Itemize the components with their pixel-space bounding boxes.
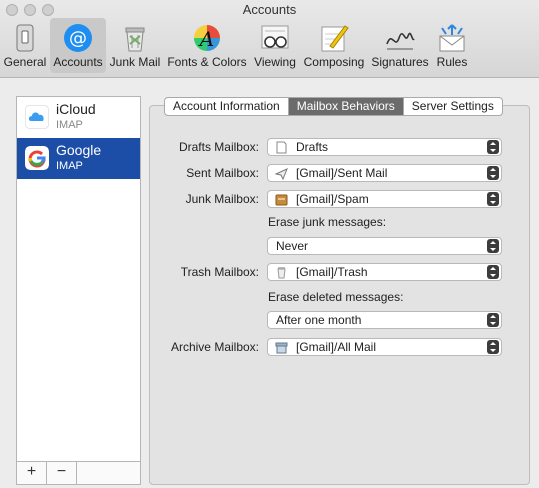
trash-icon: [277, 267, 286, 279]
toolbar-rules[interactable]: Rules: [434, 18, 470, 73]
chevron-updown-icon: [487, 340, 499, 354]
toolbar-rules-label: Rules: [436, 55, 468, 69]
pencil-paper-icon: [321, 25, 349, 52]
toolbar-viewing-label: Viewing: [254, 55, 296, 69]
toolbar-junk-mail[interactable]: Junk Mail: [108, 18, 162, 73]
toolbar-viewing[interactable]: Viewing: [252, 18, 298, 73]
drafts-mailbox-select[interactable]: Drafts: [267, 138, 502, 156]
junk-mailbox-value: [Gmail]/Spam: [296, 192, 369, 206]
sent-mailbox-select[interactable]: [Gmail]/Sent Mail: [267, 164, 502, 182]
chevron-updown-icon: [487, 265, 499, 279]
account-name: iCloud: [56, 101, 96, 117]
svg-text:@: @: [69, 28, 87, 49]
toolbar-fonts-colors-label: Fonts & Colors: [167, 55, 247, 69]
accounts-list: iCloud IMAP Google IMAP + −: [16, 96, 141, 485]
toolbar-junk-mail-label: Junk Mail: [109, 55, 161, 69]
chevron-updown-icon: [487, 239, 499, 253]
trash-can-icon: [125, 27, 145, 52]
signature-icon: [386, 32, 415, 50]
account-name: Google: [56, 142, 102, 158]
archive-box-icon: [275, 342, 288, 354]
toolbar-fonts-colors[interactable]: A Fonts & Colors: [166, 18, 248, 73]
account-type: IMAP: [56, 119, 83, 131]
trash-mailbox-value: [Gmail]/Trash: [296, 265, 368, 279]
paper-plane-icon: [275, 168, 288, 180]
window-title: Accounts: [242, 2, 297, 17]
title-bar: Accounts General @ Accounts Junk Mail A …: [0, 0, 539, 78]
account-list-footer: + −: [17, 461, 140, 484]
general-icon: [16, 24, 34, 52]
erase-junk-value: Never: [276, 239, 309, 253]
trash-mailbox-select[interactable]: [Gmail]/Trash: [267, 263, 502, 281]
remove-account-button[interactable]: −: [47, 462, 77, 484]
toolbar-signatures[interactable]: Signatures: [368, 18, 432, 73]
toolbar-general-label: General: [3, 55, 47, 69]
junk-mailbox-select[interactable]: [Gmail]/Spam: [267, 190, 502, 208]
chevron-updown-icon: [487, 313, 499, 327]
sent-mailbox-value: [Gmail]/Sent Mail: [296, 166, 388, 180]
chevron-updown-icon: [487, 166, 499, 180]
svg-text:A: A: [198, 27, 214, 51]
toolbar-composing[interactable]: Composing: [302, 18, 366, 73]
account-tabs: Account Information Mailbox Behaviors Se…: [164, 97, 503, 116]
sent-mailbox-label: Sent Mailbox:: [186, 166, 259, 180]
tab-account-information[interactable]: Account Information: [165, 98, 289, 115]
account-item-icloud[interactable]: iCloud IMAP: [17, 97, 140, 138]
junk-icon: [275, 194, 288, 206]
preferences-toolbar: General @ Accounts Junk Mail A Fonts & C…: [0, 18, 539, 76]
tab-server-settings[interactable]: Server Settings: [404, 98, 502, 115]
glasses-icon: [261, 25, 289, 49]
junk-mailbox-label: Junk Mailbox:: [185, 192, 259, 206]
chevron-updown-icon: [487, 140, 499, 154]
account-item-google[interactable]: Google IMAP: [17, 138, 140, 179]
erase-junk-select[interactable]: Never: [267, 237, 502, 255]
icloud-icon: [25, 105, 49, 129]
toolbar-accounts[interactable]: @ Accounts: [50, 18, 106, 73]
erase-deleted-label: Erase deleted messages:: [268, 290, 404, 304]
archive-mailbox-value: [Gmail]/All Mail: [296, 340, 377, 354]
trash-mailbox-label: Trash Mailbox:: [180, 265, 259, 279]
archive-mailbox-label: Archive Mailbox:: [170, 340, 259, 354]
drafts-mailbox-value: Drafts: [296, 140, 329, 154]
erase-junk-label: Erase junk messages:: [268, 215, 387, 229]
toolbar-general[interactable]: General: [2, 18, 48, 73]
drafts-mailbox-label: Drafts Mailbox:: [178, 140, 259, 154]
add-account-button[interactable]: +: [17, 462, 47, 484]
google-icon: [25, 146, 49, 170]
toolbar-signatures-label: Signatures: [371, 55, 429, 69]
toolbar-accounts-label: Accounts: [53, 55, 103, 69]
tab-mailbox-behaviors[interactable]: Mailbox Behaviors: [288, 98, 404, 115]
envelope-arrows-icon: [439, 24, 465, 52]
erase-deleted-select[interactable]: After one month: [267, 311, 502, 329]
account-type: IMAP: [56, 160, 83, 172]
chevron-updown-icon: [487, 192, 499, 206]
drafts-icon: [276, 141, 287, 154]
toolbar-composing-label: Composing: [303, 55, 365, 69]
at-sign-icon: @: [64, 24, 92, 52]
archive-mailbox-select[interactable]: [Gmail]/All Mail: [267, 338, 502, 356]
font-palette-icon: A: [194, 25, 220, 51]
erase-deleted-value: After one month: [276, 313, 362, 327]
